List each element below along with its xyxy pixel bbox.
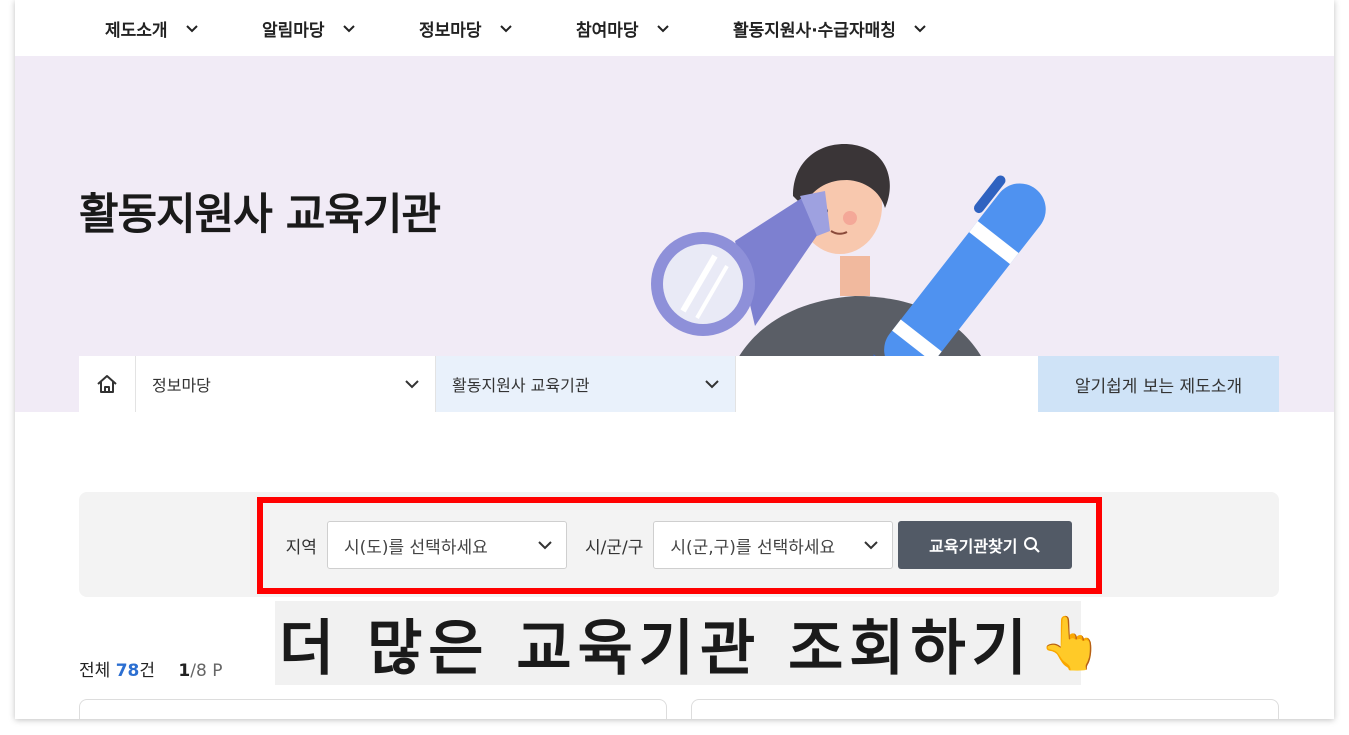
nav-item-label: 정보마당	[419, 21, 482, 41]
chevron-down-icon	[342, 24, 355, 32]
chevron-down-icon	[499, 24, 512, 32]
nav-item-label: 참여마당	[576, 21, 639, 41]
chevron-down-icon	[914, 24, 926, 32]
nav-item-info[interactable]: 정보마당	[419, 16, 512, 41]
nav-item-label: 활동지원사·수급자매칭	[733, 21, 896, 41]
system-intro-link[interactable]: 알기쉽게 보는 제도소개	[1038, 356, 1279, 412]
home-button[interactable]	[79, 356, 136, 412]
chevron-down-icon	[405, 379, 419, 388]
result-count: 전체 78건 1/8 P	[79, 656, 222, 681]
callout-text: 더 많은 교육기관 조회하기	[279, 613, 1033, 684]
breadcrumb-level1-label: 정보마당	[152, 376, 211, 395]
current-page: 1	[178, 661, 191, 681]
page-title: 활동지원사 교육기관	[79, 190, 441, 240]
page-indicator: 1/8 P	[178, 661, 222, 681]
pointing-hand-icon: 👆	[1038, 613, 1104, 674]
chevron-down-icon	[656, 24, 669, 32]
chevron-down-icon	[705, 379, 719, 388]
total-pages: /8 P	[190, 661, 223, 681]
total-count: 78	[115, 661, 140, 681]
breadcrumb-spacer	[736, 356, 1038, 412]
total-label: 전체	[79, 661, 111, 681]
home-icon	[97, 375, 117, 393]
count-unit: 건	[139, 661, 155, 681]
institution-card[interactable]	[691, 699, 1279, 719]
breadcrumb-select-level1[interactable]: 정보마당	[136, 356, 436, 412]
hero-banner: 활동지원사 교육기관 정보마당 활동지원사 교육기관 알기쉽게 보는 제도소개	[15, 56, 1334, 412]
breadcrumb: 정보마당 활동지원사 교육기관 알기쉽게 보는 제도소개	[79, 356, 1279, 412]
chevron-down-icon	[185, 24, 198, 32]
nav-item-label: 제도소개	[105, 21, 168, 41]
institution-card[interactable]	[79, 699, 667, 719]
red-highlight-box	[257, 497, 1102, 594]
nav-item-matching[interactable]: 활동지원사·수급자매칭	[733, 16, 926, 41]
top-nav: 제도소개 알림마당 정보마당 참여마당 활동지원사·수급자매칭	[15, 0, 1334, 56]
page-frame: 제도소개 알림마당 정보마당 참여마당 활동지원사·수급자매칭 활동지원사 교육…	[15, 0, 1334, 719]
callout-banner: 더 많은 교육기관 조회하기 👆	[275, 601, 1104, 685]
breadcrumb-select-level2[interactable]: 활동지원사 교육기관	[436, 356, 736, 412]
nav-item-notice[interactable]: 알림마당	[262, 16, 355, 41]
breadcrumb-level2-label: 활동지원사 교육기관	[452, 376, 590, 395]
nav-item-label: 알림마당	[262, 21, 325, 41]
nav-item-participation[interactable]: 참여마당	[576, 16, 669, 41]
nav-item-system-intro[interactable]: 제도소개	[105, 16, 198, 41]
